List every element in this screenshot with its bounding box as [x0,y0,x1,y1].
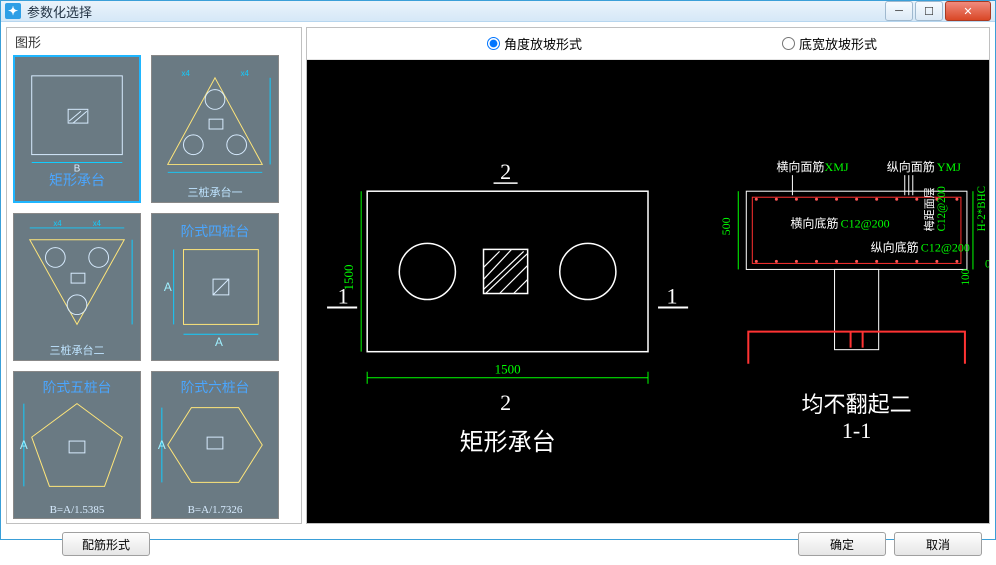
thumbnail-scroll[interactable]: B 矩形承台 [13,55,299,519]
svg-text:阶式六桩台: 阶式六桩台 [181,379,250,395]
thumbnail-rect-cap[interactable]: B 矩形承台 [13,55,141,203]
cad-viewport[interactable]: 2 2 1 1 1500 [307,60,989,523]
radio-width-input[interactable] [782,37,795,50]
svg-text:XMJ: XMJ [825,160,849,174]
thumbnail-step-6[interactable]: 阶式六桩台 A B=A/1.7326 [151,371,279,519]
svg-text:梅距面层: 梅距面层 [922,187,936,231]
svg-text:1500: 1500 [341,264,356,291]
svg-text:2: 2 [500,159,511,184]
slope-mode-row: 角度放坡形式 底宽放坡形式 [307,28,989,60]
shape-gallery-panel: 图形 B [6,27,302,524]
minimize-button[interactable]: ─ [885,1,913,21]
svg-text:横向底筋: 横向底筋 [790,215,838,230]
gallery-label: 图形 [13,32,299,55]
cad-drawing: 2 2 1 1 1500 [307,60,989,523]
radio-width-slope[interactable]: 底宽放坡形式 [782,34,877,53]
thumbnail-step-5[interactable]: 阶式五桩台 A B=A/1.5385 [13,371,141,519]
svg-text:纵向底筋: 纵向底筋 [871,239,919,254]
thumbnail-tri-cap-2[interactable]: x4 x4 三桩承台二 [13,213,141,361]
bottom-button-bar: 配筋形式 确定 取消 [6,528,990,560]
svg-text:500: 500 [719,217,733,235]
thumbnail-caption: 三桩承台二 [14,342,140,358]
thumbnail-formula: B=A/1.7326 [152,504,278,516]
svg-text:x4: x4 [53,219,62,228]
thumbnail-step-4[interactable]: 阶式四桩台 A A [151,213,279,361]
svg-text:1-1: 1-1 [842,418,871,443]
svg-text:x4: x4 [182,69,191,78]
app-icon: ✦ [5,3,21,19]
svg-text:YMJ: YMJ [937,160,961,174]
titlebar[interactable]: ✦ 参数化选择 ─ ☐ ✕ [1,1,995,22]
svg-text:H-2*BHC: H-2*BHC [976,186,988,231]
svg-text:A: A [215,335,223,349]
radio-angle-input[interactable] [487,37,500,50]
close-button[interactable]: ✕ [945,1,991,21]
window-controls: ─ ☐ ✕ [885,1,991,21]
thumbnail-grid: B 矩形承台 [13,55,297,519]
svg-text:横向面筋: 横向面筋 [776,159,824,174]
rebar-form-button[interactable]: 配筋形式 [62,532,150,556]
cancel-button[interactable]: 取消 [894,532,982,556]
svg-text:1: 1 [667,284,678,309]
svg-text:2: 2 [500,390,511,415]
app-window: ✦ 参数化选择 ─ ☐ ✕ 图形 [0,0,996,540]
client-area: 图形 B [1,22,995,565]
svg-text:x4: x4 [241,69,250,78]
svg-text:矩形承台: 矩形承台 [459,429,555,456]
svg-text:1500: 1500 [495,362,522,377]
svg-text:A: A [164,280,172,294]
thumbnail-formula: B=A/1.5385 [14,504,140,516]
thumb-title: 阶式四桩台 [181,223,250,239]
thumbnail-caption: 矩形承台 [14,170,140,190]
radio-width-label: 底宽放坡形式 [799,34,877,53]
maximize-button[interactable]: ☐ [915,1,943,21]
svg-text:C12@200: C12@200 [936,186,948,232]
svg-text:0: 0 [985,258,989,270]
radio-angle-slope[interactable]: 角度放坡形式 [487,34,582,53]
svg-text:100: 100 [960,268,972,285]
svg-text:x4: x4 [93,219,102,228]
svg-text:C12@200: C12@200 [921,240,970,254]
preview-panel: 角度放坡形式 底宽放坡形式 [306,27,990,524]
svg-text:纵向面筋: 纵向面筋 [887,159,935,174]
thumbnail-tri-cap-1[interactable]: x4 x4 三桩承台一 [151,55,279,203]
radio-angle-label: 角度放坡形式 [504,34,582,53]
window-title: 参数化选择 [27,2,885,21]
svg-text:A: A [20,438,28,452]
svg-text:均不翻起二: 均不翻起二 [801,392,911,417]
thumbnail-caption: 三桩承台一 [152,184,278,200]
svg-text:C12@200: C12@200 [841,216,890,230]
svg-text:阶式五桩台: 阶式五桩台 [43,379,112,395]
ok-button[interactable]: 确定 [798,532,886,556]
svg-text:A: A [158,438,166,452]
